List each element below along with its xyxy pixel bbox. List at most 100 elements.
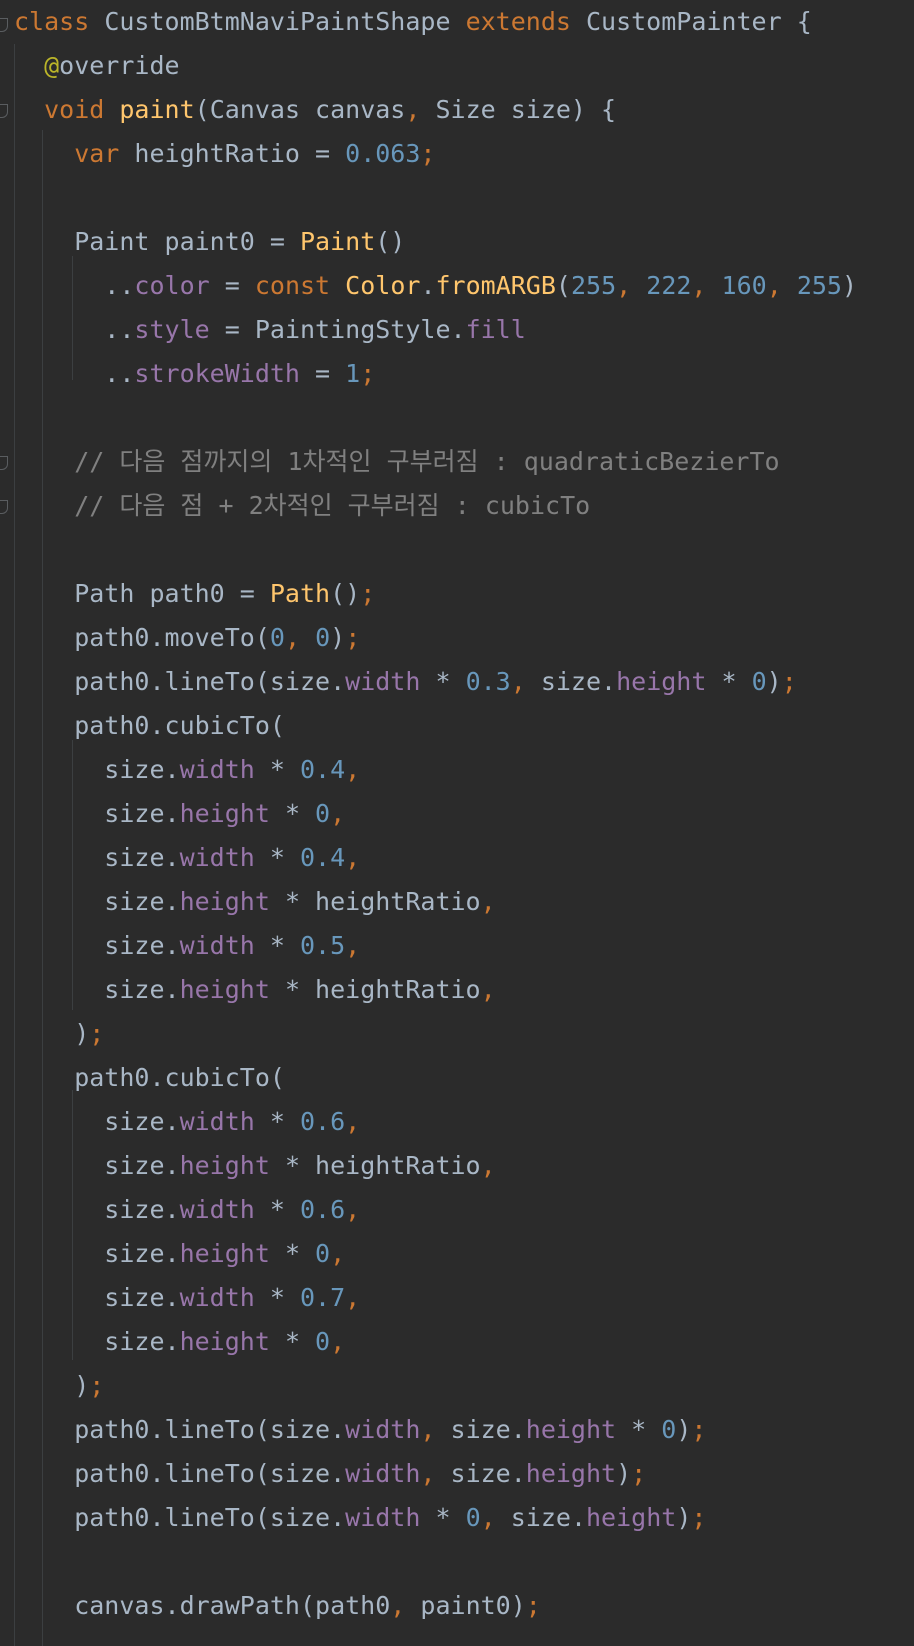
- code-token: height: [525, 1459, 617, 1488]
- code-line[interactable]: size.width * 0.7,: [0, 1276, 914, 1320]
- code-token: // 다음 점 + 2차적인 구부러짐 : cubicTo: [14, 491, 591, 520]
- code-line[interactable]: size.width * 0.4,: [0, 836, 914, 880]
- code-line[interactable]: path0.lineTo(size.width * 0, size.height…: [0, 1496, 914, 1540]
- code-line[interactable]: path0.lineTo(size.width, size.height * 0…: [0, 1408, 914, 1452]
- code-lines[interactable]: class CustomBtmNaviPaintShape extends Cu…: [0, 0, 914, 1628]
- code-line[interactable]: ..strokeWidth = 1;: [0, 352, 914, 396]
- code-line[interactable]: size.height * 0,: [0, 1320, 914, 1364]
- code-editor[interactable]: class CustomBtmNaviPaintShape extends Cu…: [0, 0, 914, 1646]
- code-line[interactable]: Paint paint0 = Paint(): [0, 220, 914, 264]
- code-line[interactable]: size.width * 0.6,: [0, 1188, 914, 1232]
- code-token: ,: [616, 271, 632, 300]
- code-line[interactable]: @override: [0, 44, 914, 88]
- code-line[interactable]: size.height * heightRatio,: [0, 1144, 914, 1188]
- code-token: size.: [14, 1327, 180, 1356]
- code-line[interactable]: canvas.drawPath(path0, paint0);: [0, 1584, 914, 1628]
- code-line[interactable]: ..color = const Color.fromARGB(255, 222,…: [0, 264, 914, 308]
- code-token: size.: [435, 1459, 526, 1488]
- code-token: extends: [465, 7, 571, 36]
- code-token: size.: [14, 975, 180, 1004]
- code-token: height: [179, 1151, 270, 1180]
- code-token: 0: [751, 667, 767, 696]
- code-token: ,: [691, 271, 707, 300]
- code-token: ): [676, 1503, 692, 1532]
- code-token: 0: [315, 1327, 331, 1356]
- code-token: 1: [345, 359, 361, 388]
- code-token: style: [134, 315, 210, 344]
- code-line[interactable]: [0, 528, 914, 572]
- code-token: 255: [796, 271, 842, 300]
- code-line[interactable]: [0, 1540, 914, 1584]
- code-token: ,: [510, 667, 526, 696]
- code-token: ;: [89, 1371, 105, 1400]
- code-token: height: [179, 975, 270, 1004]
- code-token: *: [254, 1195, 300, 1224]
- code-line[interactable]: path0.moveTo(0, 0);: [0, 616, 914, 660]
- code-line[interactable]: size.height * 0,: [0, 792, 914, 836]
- code-line[interactable]: path0.lineTo(size.width * 0.3, size.heig…: [0, 660, 914, 704]
- code-line[interactable]: [0, 396, 914, 440]
- code-line[interactable]: size.width * 0.6,: [0, 1100, 914, 1144]
- code-line[interactable]: [0, 176, 914, 220]
- code-token: height: [525, 1415, 617, 1444]
- code-token: paint0): [405, 1591, 526, 1620]
- code-token: heightRatio =: [119, 139, 346, 168]
- code-token: override: [59, 51, 180, 80]
- code-token: width: [345, 1415, 421, 1444]
- code-token: size.: [14, 1283, 180, 1312]
- code-token: ): [766, 667, 782, 696]
- code-token: height: [179, 1239, 270, 1268]
- code-line[interactable]: // 다음 점까지의 1차적인 구부러짐 : quadraticBezierTo: [0, 440, 914, 484]
- code-token: width: [345, 1459, 421, 1488]
- code-token: =: [300, 359, 346, 388]
- code-token: size.: [14, 931, 180, 960]
- code-token: width: [179, 1195, 255, 1224]
- code-line[interactable]: ..style = PaintingStyle.fill: [0, 308, 914, 352]
- code-line[interactable]: Path path0 = Path();: [0, 572, 914, 616]
- code-token: *: [616, 1415, 662, 1444]
- code-token: height: [179, 887, 270, 916]
- code-token: ,: [345, 1107, 361, 1136]
- code-line[interactable]: path0.cubicTo(: [0, 1056, 914, 1100]
- code-token: ,: [345, 1195, 361, 1224]
- code-line[interactable]: path0.lineTo(size.width, size.height);: [0, 1452, 914, 1496]
- code-line[interactable]: path0.cubicTo(: [0, 704, 914, 748]
- code-line[interactable]: size.height * heightRatio,: [0, 968, 914, 1012]
- code-token: width: [179, 1107, 255, 1136]
- code-token: size.: [14, 1107, 180, 1136]
- code-line[interactable]: );: [0, 1364, 914, 1408]
- code-token: 0: [315, 799, 331, 828]
- code-token: size.: [14, 799, 180, 828]
- code-line[interactable]: void paint(Canvas canvas, Size size) {: [0, 88, 914, 132]
- code-token: ,: [330, 1327, 346, 1356]
- code-token: var: [14, 139, 120, 168]
- code-token: ,: [480, 1503, 496, 1532]
- code-line[interactable]: size.width * 0.5,: [0, 924, 914, 968]
- code-token: path0.cubicTo(: [14, 1063, 285, 1092]
- code-token: path0.lineTo(size.: [14, 1415, 346, 1444]
- code-token: height: [179, 799, 270, 828]
- code-line[interactable]: var heightRatio = 0.063;: [0, 132, 914, 176]
- code-token: ,: [390, 1591, 406, 1620]
- code-line[interactable]: size.width * 0.4,: [0, 748, 914, 792]
- code-token: // 다음 점까지의 1차적인 구부러짐 : quadraticBezierTo: [14, 447, 780, 476]
- code-token: size.: [14, 1239, 180, 1268]
- code-token: size.: [14, 1151, 180, 1180]
- code-token: *: [254, 755, 300, 784]
- code-token: 160: [721, 271, 767, 300]
- code-token: CustomBtmNaviPaintShape: [89, 7, 466, 36]
- code-line[interactable]: // 다음 점 + 2차적인 구부러짐 : cubicTo: [0, 484, 914, 528]
- code-token: ,: [420, 1459, 436, 1488]
- code-token: ;: [89, 1019, 105, 1048]
- code-token: = PaintingStyle.: [209, 315, 466, 344]
- code-token: strokeWidth: [134, 359, 300, 388]
- code-token: 0: [465, 1503, 481, 1532]
- code-token: 0.3: [465, 667, 511, 696]
- code-token: Size size) {: [420, 95, 617, 124]
- code-token: ,: [345, 1283, 361, 1312]
- code-line[interactable]: size.height * heightRatio,: [0, 880, 914, 924]
- code-line[interactable]: size.height * 0,: [0, 1232, 914, 1276]
- code-line[interactable]: );: [0, 1012, 914, 1056]
- code-line[interactable]: class CustomBtmNaviPaintShape extends Cu…: [0, 0, 914, 44]
